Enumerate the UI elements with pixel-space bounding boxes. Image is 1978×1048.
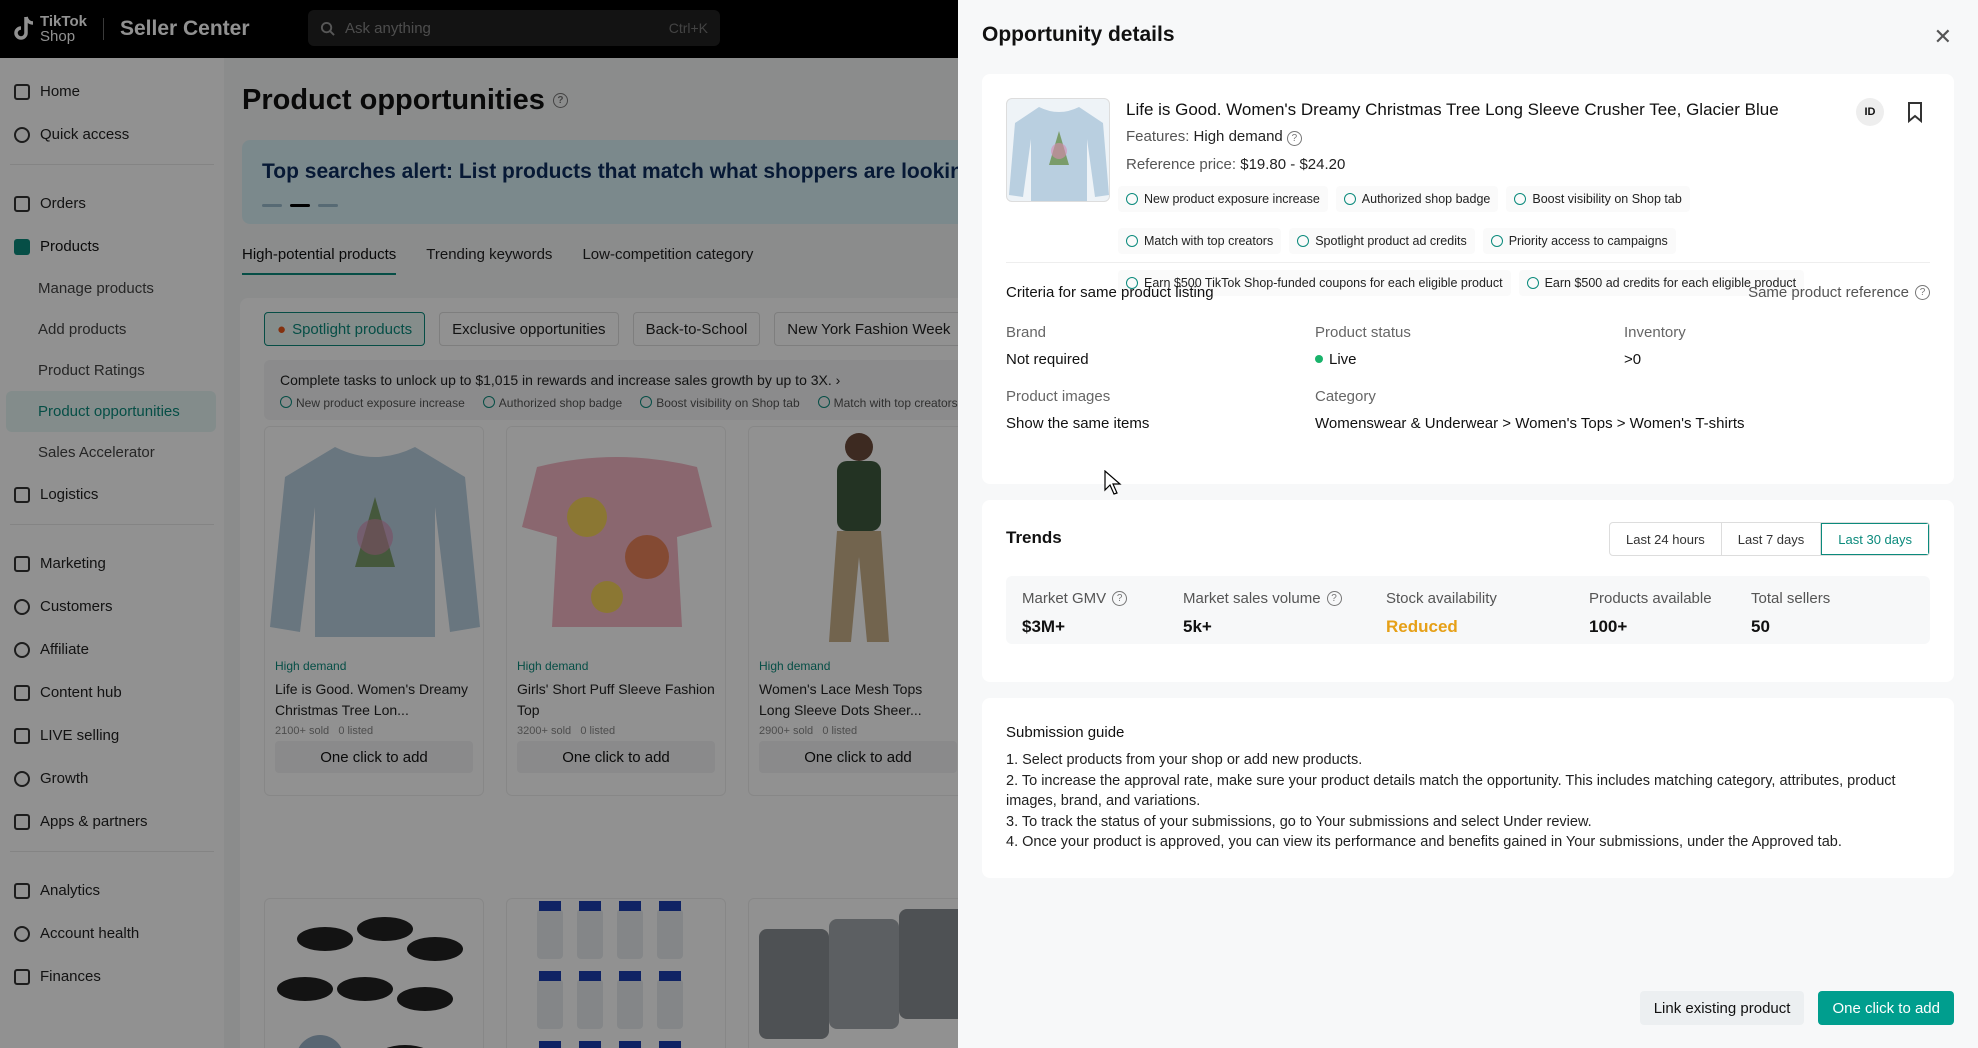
guide-step: 3. To track the status of your submissio…: [1006, 813, 1592, 830]
creators-icon: [1126, 235, 1138, 247]
guide-step: 2. To increase the approval rate, make s…: [1006, 772, 1896, 810]
trends-title: Trends: [1006, 528, 1062, 547]
ad-credits-icon: [1297, 235, 1310, 247]
trends-section: Trends Last 24 hours Last 7 days Last 30…: [982, 500, 1954, 682]
submission-guide-section: Submission guide 1. Select products from…: [982, 698, 1954, 878]
modal-overlay[interactable]: [0, 0, 958, 1048]
trend-metrics: Market GMV? $3M+ Market sales volume? 5k…: [1006, 576, 1930, 644]
metric-key: Stock availability: [1386, 590, 1497, 607]
benefit-label: Boost visibility on Shop tab: [1532, 192, 1682, 206]
link-existing-product-button[interactable]: Link existing product: [1639, 991, 1805, 1025]
section-divider: [1006, 262, 1930, 263]
criteria-value: Show the same items: [1006, 415, 1150, 432]
benefit-label: Authorized shop badge: [1361, 192, 1491, 206]
product-price: Reference price: $19.80 - $24.20: [1126, 156, 1345, 173]
criteria-key: Product status: [1315, 324, 1411, 341]
features-label: Features:: [1126, 128, 1190, 145]
id-badge[interactable]: ID: [1856, 98, 1884, 126]
criteria-images: Product images Show the same items: [1006, 388, 1149, 432]
ad-credit-icon: [1526, 277, 1539, 289]
criteria-key: Brand: [1006, 324, 1047, 341]
range-30d[interactable]: Last 30 days: [1821, 523, 1929, 555]
benefit-label: Spotlight product ad credits: [1315, 234, 1467, 248]
criteria-value: Live: [1329, 351, 1357, 368]
range-7d[interactable]: Last 7 days: [1722, 523, 1822, 555]
badge-icon: [1343, 193, 1356, 205]
metric-key: Products available: [1589, 590, 1712, 607]
product-thumbnail[interactable]: [1006, 98, 1110, 202]
metric-total-sellers: Total sellers 50: [1751, 590, 1830, 637]
guide-step: 1. Select products from your shop or add…: [1006, 752, 1363, 768]
criteria-key: Inventory: [1624, 324, 1686, 341]
help-icon[interactable]: ?: [1112, 591, 1128, 606]
campaign-icon: [1490, 235, 1503, 247]
help-icon[interactable]: ?: [1326, 591, 1342, 606]
guide-steps: 1. Select products from your shop or add…: [1006, 750, 1936, 853]
product-title: Life is Good. Women's Dreamy Christmas T…: [1126, 100, 1779, 119]
criteria-brand: Brand Not required: [1006, 324, 1089, 368]
benefit-tags: New product exposure increase Authorized…: [1118, 186, 1938, 296]
range-24h[interactable]: Last 24 hours: [1610, 523, 1722, 555]
product-section: Life is Good. Women's Dreamy Christmas T…: [982, 74, 1954, 484]
benefit-tag: Authorized shop badge: [1335, 186, 1499, 212]
same-product-reference-link[interactable]: Same product reference ?: [1748, 284, 1930, 301]
benefit-label: New product exposure increase: [1144, 192, 1320, 206]
benefit-tag: Boost visibility on Shop tab: [1506, 186, 1690, 212]
guide-step: 4. Once your product is approved, you ca…: [1006, 834, 1842, 850]
opportunity-drawer: Opportunity details ✕ Life is Good. Wome…: [958, 0, 1978, 1048]
help-icon[interactable]: ?: [1286, 131, 1302, 146]
time-range-selector: Last 24 hours Last 7 days Last 30 days: [1609, 522, 1930, 556]
benefit-tag: Spotlight product ad credits: [1289, 228, 1475, 254]
criteria-value: >0: [1624, 351, 1642, 368]
metric-value: 5k+: [1183, 617, 1212, 636]
benefit-tag: New product exposure increase: [1118, 186, 1328, 212]
drawer-footer: Link existing product One click to add: [958, 968, 1978, 1048]
metric-key: Market GMV: [1022, 590, 1107, 607]
same-ref-label: Same product reference: [1748, 284, 1909, 301]
metric-sales-volume: Market sales volume? 5k+: [1183, 590, 1342, 637]
metric-key: Market sales volume: [1183, 590, 1321, 607]
benefit-label: Match with top creators: [1144, 234, 1274, 248]
metric-value: $3M+: [1022, 617, 1065, 636]
criteria-status: Product status Live: [1315, 324, 1411, 368]
drawer-title: Opportunity details: [982, 23, 1175, 46]
one-click-add-primary-button[interactable]: One click to add: [1818, 991, 1954, 1025]
metric-products-available: Products available 100+: [1589, 590, 1712, 637]
criteria-category: Category Womenswear & Underwear > Women'…: [1315, 388, 1745, 432]
criteria-key: Product images: [1006, 388, 1111, 405]
metric-market-gmv: Market GMV? $3M+: [1022, 590, 1128, 637]
benefit-tag: Match with top creators: [1118, 228, 1282, 254]
criteria-key: Category: [1315, 388, 1376, 405]
criteria-value: Not required: [1006, 351, 1089, 368]
exposure-icon: [1126, 193, 1138, 205]
metric-value: 100+: [1589, 617, 1628, 636]
metric-stock-availability: Stock availability Reduced: [1386, 590, 1497, 637]
features-value: High demand: [1193, 128, 1283, 145]
price-value: $19.80 - $24.20: [1240, 156, 1346, 173]
criteria-value: Womenswear & Underwear > Women's Tops > …: [1315, 415, 1745, 432]
metric-value: 50: [1751, 617, 1770, 636]
product-features: Features: High demand ?: [1126, 128, 1302, 146]
help-icon: ?: [1915, 285, 1930, 300]
mouse-cursor-icon: [1104, 470, 1122, 495]
metric-key: Total sellers: [1751, 590, 1831, 607]
live-status-dot: [1315, 355, 1323, 363]
bookmark-icon[interactable]: [1904, 100, 1926, 124]
benefit-tag: Priority access to campaigns: [1482, 228, 1676, 254]
boost-icon: [1514, 193, 1527, 205]
close-icon[interactable]: ✕: [1934, 24, 1952, 50]
guide-title: Submission guide: [1006, 724, 1125, 741]
criteria-title: Criteria for same product listing: [1006, 284, 1214, 301]
metric-value: Reduced: [1386, 617, 1458, 636]
benefit-label: Priority access to campaigns: [1508, 234, 1668, 248]
price-label: Reference price:: [1126, 156, 1237, 173]
criteria-inventory: Inventory >0: [1624, 324, 1686, 368]
